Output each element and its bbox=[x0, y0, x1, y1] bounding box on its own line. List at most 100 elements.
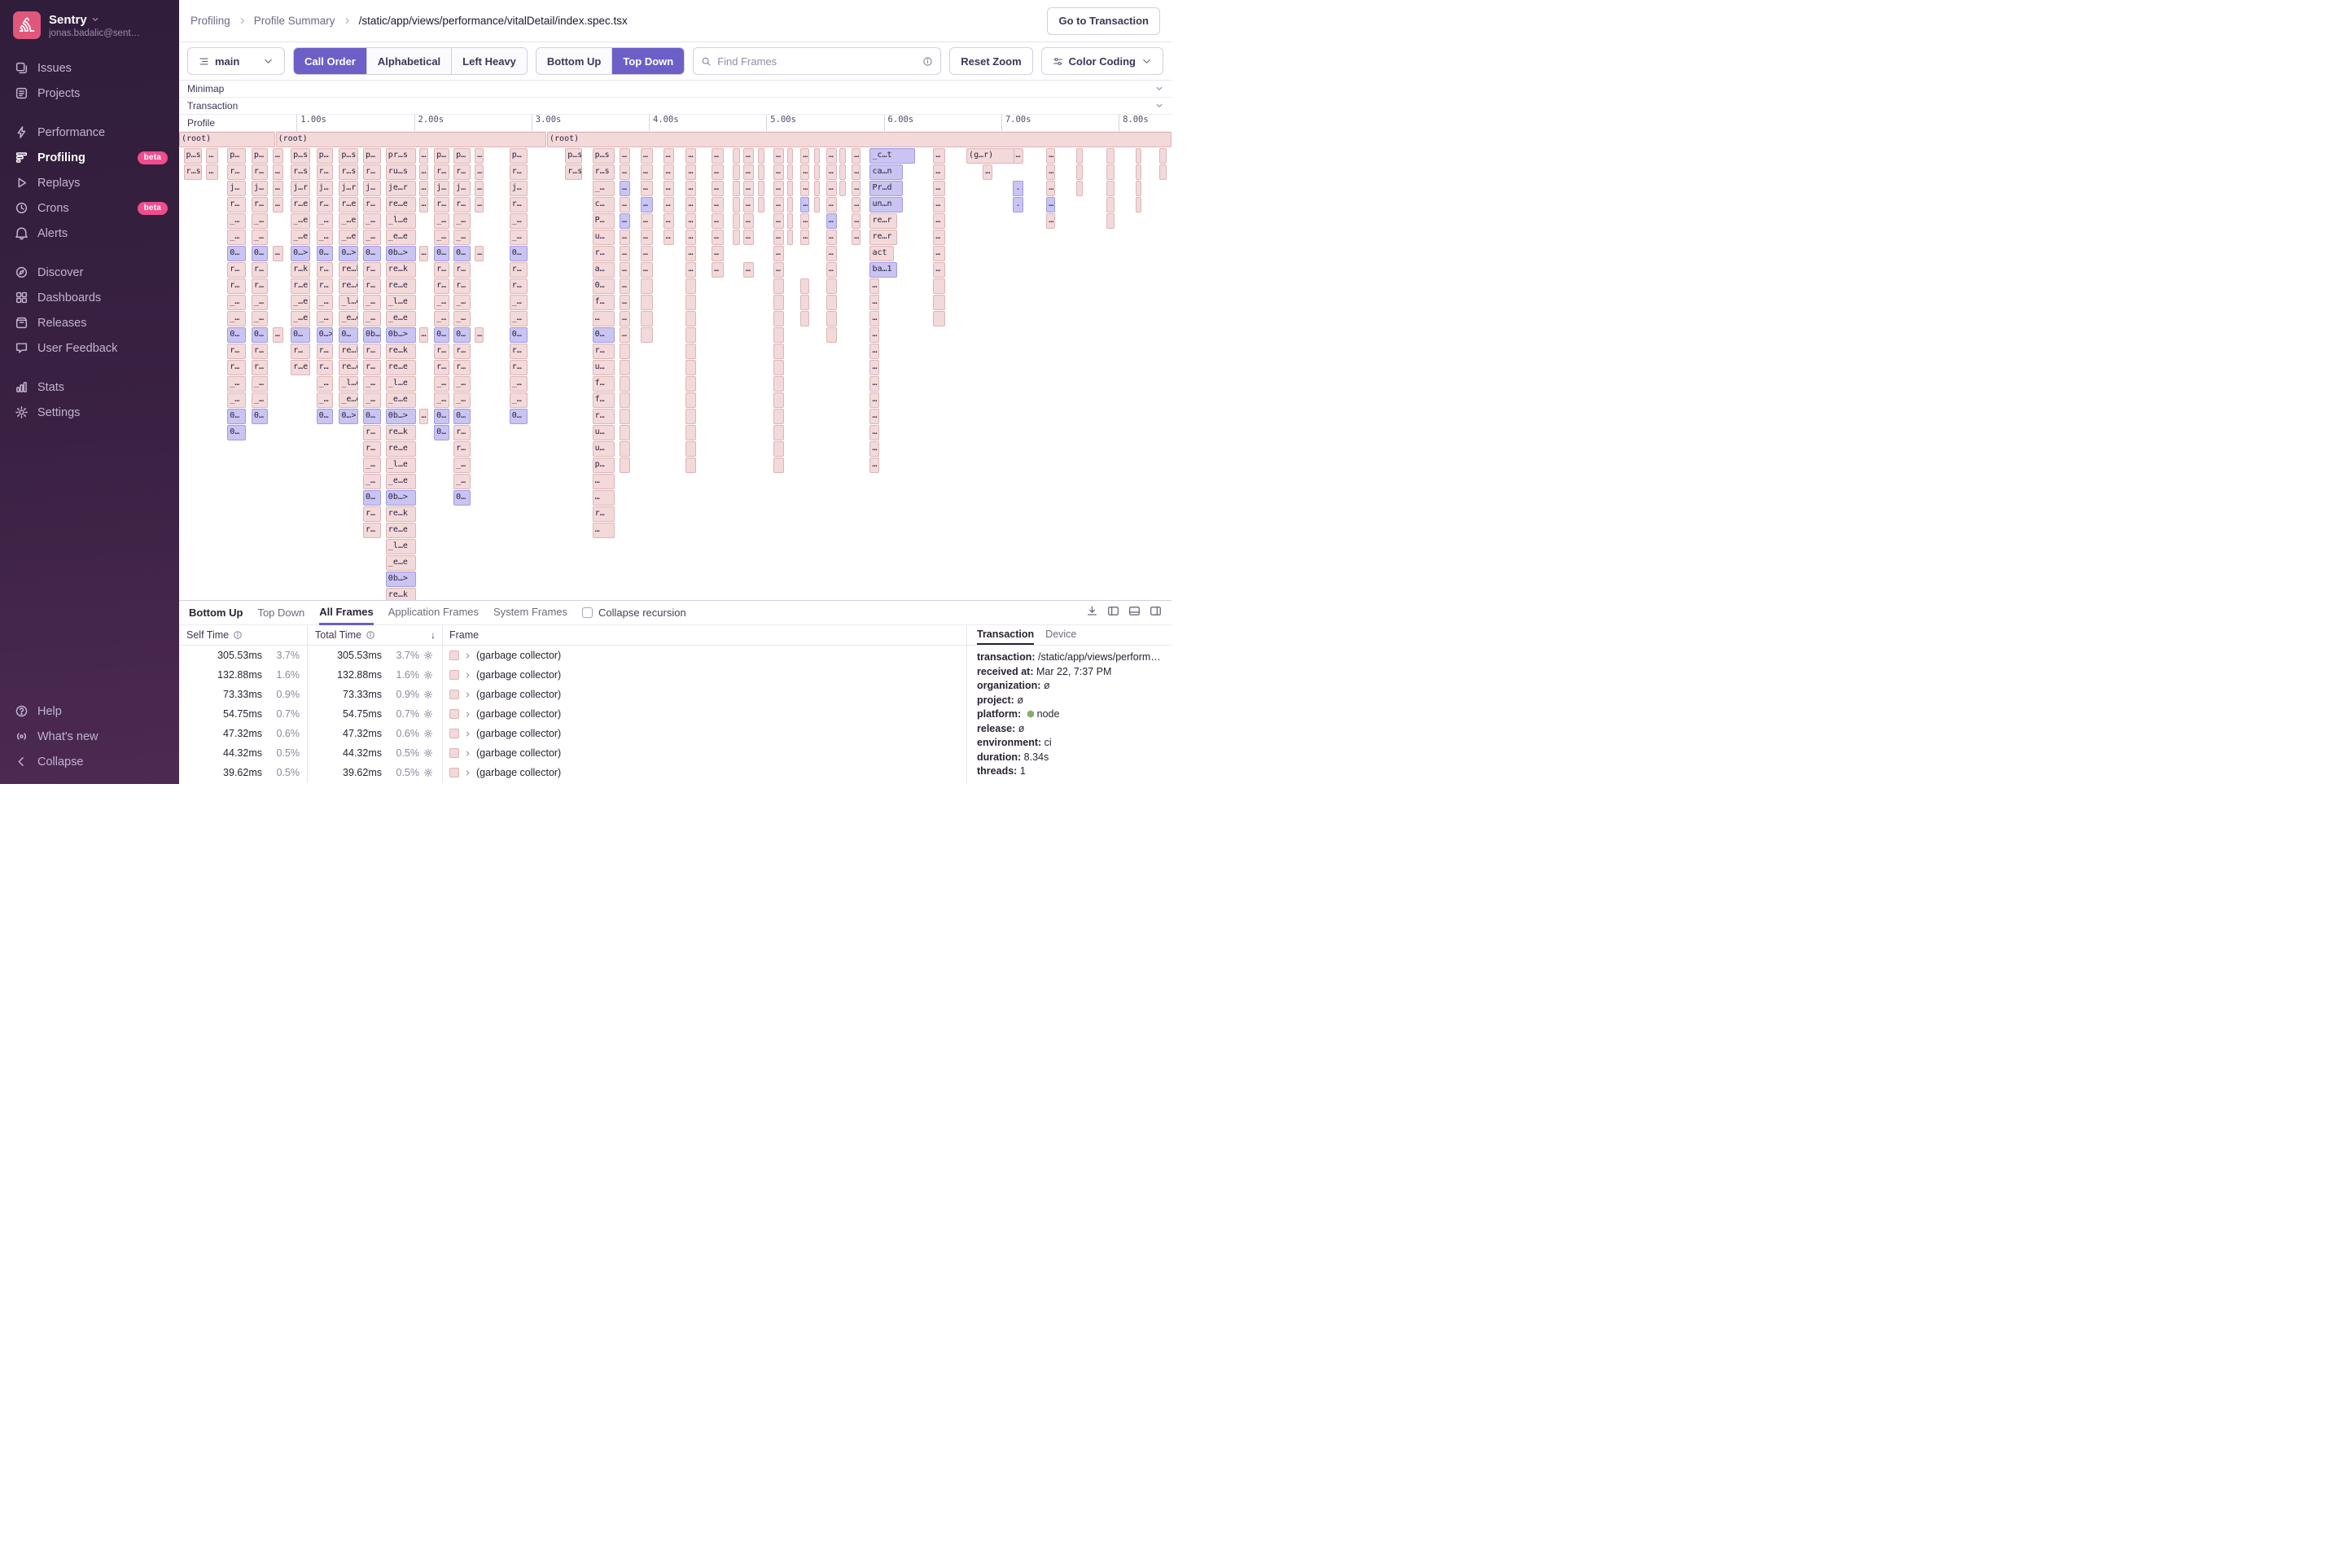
flame-cell[interactable]: … bbox=[1046, 181, 1056, 196]
flame-cell[interactable]: (root) bbox=[275, 132, 547, 147]
flame-cell[interactable]: P… bbox=[592, 213, 615, 229]
flame-cell[interactable]: … bbox=[869, 458, 879, 473]
flame-cell[interactable]: … bbox=[869, 376, 879, 392]
flame-cell[interactable]: _…e bbox=[339, 230, 359, 245]
flame-cell[interactable] bbox=[685, 409, 697, 424]
flame-cell[interactable]: _… bbox=[434, 376, 449, 392]
flame-cell[interactable]: j… bbox=[251, 181, 269, 196]
flame-cell[interactable]: p… bbox=[453, 148, 471, 164]
flame-cell[interactable]: 0…> bbox=[291, 246, 311, 261]
go-to-transaction-button[interactable]: Go to Transaction bbox=[1047, 7, 1160, 35]
flame-cell[interactable]: … bbox=[272, 148, 283, 164]
flame-cell[interactable]: _… bbox=[434, 213, 449, 229]
flame-cell[interactable] bbox=[732, 164, 741, 180]
flame-cell[interactable]: j… bbox=[316, 181, 333, 196]
flame-cell[interactable]: r…s bbox=[183, 164, 202, 180]
flame-cell[interactable]: p… bbox=[227, 148, 246, 164]
flame-cell[interactable]: c… bbox=[592, 197, 615, 212]
flame-cell[interactable]: r… bbox=[227, 278, 246, 294]
flame-cell[interactable]: (g…r) bbox=[966, 148, 1015, 164]
total-time-header[interactable]: Total Time ↓ bbox=[308, 625, 443, 645]
flame-cell[interactable]: … bbox=[685, 246, 697, 261]
flame-cell[interactable]: … bbox=[663, 164, 674, 180]
flame-cell[interactable]: … bbox=[640, 148, 653, 164]
flame-cell[interactable]: … bbox=[869, 295, 879, 310]
flame-cell[interactable]: r… bbox=[316, 360, 333, 375]
flame-cell[interactable]: p… bbox=[509, 148, 528, 164]
flame-cell[interactable]: … bbox=[869, 278, 879, 294]
flame-cell[interactable]: _… bbox=[363, 392, 382, 408]
flame-cell[interactable]: re…e bbox=[385, 197, 416, 212]
flame-cell[interactable]: … bbox=[619, 213, 630, 229]
flame-cell[interactable]: _…e bbox=[339, 213, 359, 229]
flame-cell[interactable]: p… bbox=[363, 148, 382, 164]
flame-cell[interactable] bbox=[773, 278, 784, 294]
flame-cell[interactable] bbox=[1106, 148, 1115, 164]
flame-cell[interactable]: _… bbox=[509, 230, 528, 245]
flame-cell[interactable]: … bbox=[619, 246, 630, 261]
tab-application-frames[interactable]: Application Frames bbox=[388, 601, 479, 625]
flame-cell[interactable]: … bbox=[711, 230, 724, 245]
flame-cell[interactable]: r… bbox=[227, 262, 246, 278]
flame-cell[interactable]: ru…s bbox=[385, 164, 416, 180]
flame-cell[interactable]: … bbox=[826, 197, 837, 212]
flame-cell[interactable]: p… bbox=[251, 148, 269, 164]
flame-cell[interactable]: p…s bbox=[183, 148, 202, 164]
flame-cell[interactable] bbox=[685, 295, 697, 310]
flame-cell[interactable]: 0… bbox=[363, 246, 382, 261]
flame-cell[interactable]: … bbox=[742, 148, 754, 164]
flame-cell[interactable]: … bbox=[826, 230, 837, 245]
flame-cell[interactable]: r… bbox=[227, 360, 246, 375]
flame-cell[interactable]: _… bbox=[251, 213, 269, 229]
collapse-recursion-checkbox[interactable]: Collapse recursion bbox=[582, 607, 686, 619]
flame-cell[interactable]: _… bbox=[363, 458, 382, 473]
flame-cell[interactable]: _c…t bbox=[869, 148, 916, 164]
frame-settings-button[interactable] bbox=[419, 768, 437, 777]
flame-cell[interactable] bbox=[685, 425, 697, 440]
flame-cell[interactable]: … bbox=[206, 148, 219, 164]
flame-cell[interactable] bbox=[773, 295, 784, 310]
flame-cell[interactable]: r… bbox=[363, 506, 382, 522]
flame-cell[interactable] bbox=[732, 181, 741, 196]
flame-cell[interactable]: 0… bbox=[291, 327, 311, 343]
flame-cell[interactable] bbox=[786, 164, 793, 180]
flame-cell[interactable]: … bbox=[640, 230, 653, 245]
flame-cell[interactable]: _… bbox=[363, 230, 382, 245]
flame-cell[interactable]: un…n bbox=[869, 197, 904, 212]
frame-header[interactable]: Frame bbox=[443, 625, 966, 645]
flame-cell[interactable]: … bbox=[418, 148, 428, 164]
flame-cell[interactable]: … bbox=[826, 181, 837, 196]
flame-cell[interactable]: r… bbox=[453, 425, 471, 440]
flame-cell[interactable] bbox=[839, 164, 846, 180]
flame-cell[interactable]: _… bbox=[227, 213, 246, 229]
flame-cell[interactable]: r… bbox=[434, 278, 449, 294]
flame-cell[interactable]: 0… bbox=[251, 246, 269, 261]
flame-cell[interactable]: … bbox=[800, 164, 810, 180]
color-coding-button[interactable]: Color Coding bbox=[1040, 47, 1163, 75]
flame-cell[interactable]: … bbox=[869, 344, 879, 359]
flame-cell[interactable]: re…e bbox=[385, 523, 416, 538]
flame-cell[interactable]: … bbox=[773, 181, 784, 196]
flame-cell[interactable] bbox=[786, 213, 793, 229]
flame-cell[interactable]: r… bbox=[453, 262, 471, 278]
transaction-section-header[interactable]: Transaction bbox=[179, 98, 1172, 115]
flame-cell[interactable] bbox=[800, 295, 810, 310]
sort-call-order[interactable]: Call Order bbox=[294, 48, 366, 74]
flame-cell[interactable] bbox=[685, 327, 697, 343]
flame-cell[interactable]: … bbox=[272, 181, 283, 196]
flame-cell[interactable]: … bbox=[933, 246, 946, 261]
direction-bottom-up[interactable]: Bottom Up bbox=[536, 48, 611, 74]
tab-bottom-up[interactable]: Bottom Up bbox=[189, 602, 243, 624]
flame-cell[interactable]: r… bbox=[363, 523, 382, 538]
flame-cell[interactable]: u… bbox=[592, 425, 615, 440]
flame-cell[interactable]: r… bbox=[453, 278, 471, 294]
minimap-section-header[interactable]: Minimap bbox=[179, 81, 1172, 98]
org-switcher[interactable]: Sentry jonas.badalic@sent… bbox=[0, 0, 179, 47]
flame-cell[interactable] bbox=[773, 441, 784, 457]
flame-cell[interactable]: … bbox=[640, 181, 653, 196]
flame-cell[interactable]: r… bbox=[509, 278, 528, 294]
flame-cell[interactable] bbox=[813, 197, 821, 212]
frame-settings-button[interactable] bbox=[419, 729, 437, 738]
flame-cell[interactable]: … bbox=[663, 197, 674, 212]
sidebar-item-replays[interactable]: Replays bbox=[0, 170, 179, 195]
